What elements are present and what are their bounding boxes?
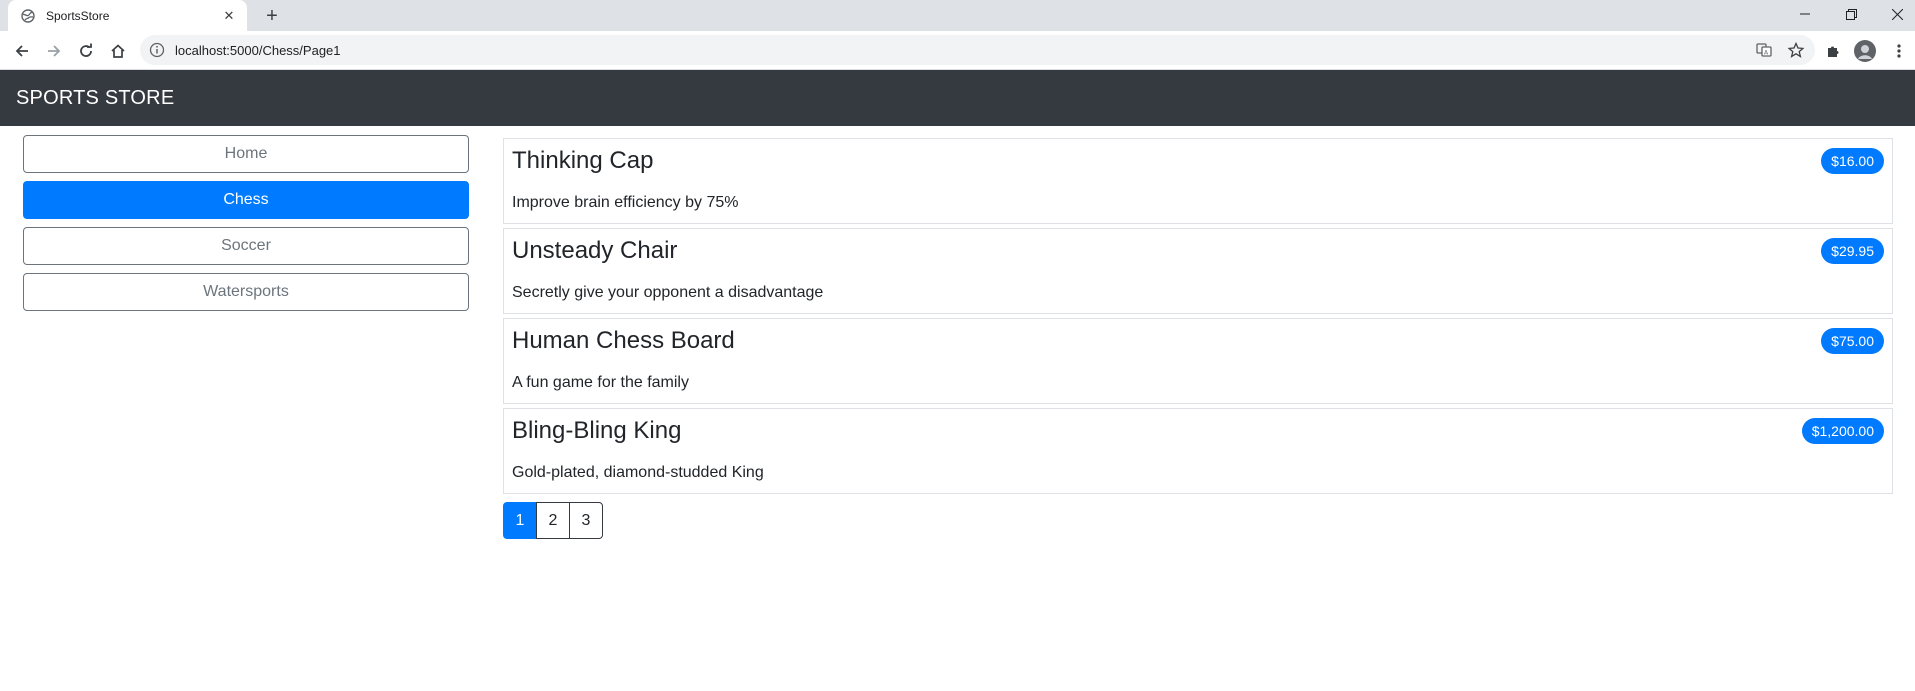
translate-icon[interactable]: A [1751, 37, 1777, 63]
product-card: Human Chess Board $75.00 A fun game for … [503, 318, 1893, 404]
category-sidebar: Home Chess Soccer Watersports [23, 135, 469, 319]
product-name: Unsteady Chair [512, 237, 678, 264]
info-icon[interactable] [149, 42, 165, 58]
browser-tab[interactable]: SportsStore ✕ [8, 0, 247, 31]
page-1-link[interactable]: 1 [503, 502, 537, 539]
restore-icon[interactable] [1828, 0, 1874, 28]
extensions-puzzle-icon[interactable] [1819, 37, 1847, 65]
reload-icon[interactable] [72, 37, 100, 65]
profile-avatar[interactable] [1851, 37, 1879, 65]
back-arrow-icon[interactable] [8, 37, 36, 65]
product-description: Gold-plated, diamond-studded King [512, 464, 764, 481]
close-window-icon[interactable] [1874, 0, 1915, 28]
bookmark-star-icon[interactable] [1783, 37, 1809, 63]
pagination: 1 2 3 [503, 502, 603, 539]
price-badge: $16.00 [1821, 148, 1884, 174]
new-tab-icon[interactable]: + [260, 4, 284, 28]
category-soccer-button[interactable]: Soccer [23, 227, 469, 265]
product-card: Bling-Bling King $1,200.00 Gold-plated, … [503, 408, 1893, 494]
product-description: A fun game for the family [512, 374, 689, 391]
price-badge: $1,200.00 [1801, 418, 1884, 444]
url-text: localhost:5000/Chess/Page1 [175, 42, 341, 58]
product-card: Thinking Cap $16.00 Improve brain effici… [503, 138, 1893, 224]
tab-title: SportsStore [46, 8, 110, 23]
category-chess-button[interactable]: Chess [23, 181, 469, 219]
category-home-button[interactable]: Home [23, 135, 469, 173]
product-description: Secretly give your opponent a disadvanta… [512, 284, 824, 301]
forward-arrow-icon[interactable] [40, 37, 68, 65]
product-description: Improve brain efficiency by 75% [512, 194, 739, 211]
site-navbar: SPORTS STORE [0, 70, 1915, 126]
home-icon[interactable] [104, 37, 132, 65]
close-tab-icon[interactable]: ✕ [221, 8, 237, 24]
browser-toolbar: localhost:5000/Chess/Page1 A [0, 31, 1915, 70]
page-2-link[interactable]: 2 [536, 502, 570, 539]
site-brand[interactable]: SPORTS STORE [16, 87, 174, 110]
address-bar[interactable]: localhost:5000/Chess/Page1 A [140, 35, 1815, 65]
category-watersports-button[interactable]: Watersports [23, 273, 469, 311]
more-menu-icon[interactable] [1885, 37, 1913, 65]
price-badge: $29.95 [1821, 238, 1884, 264]
price-badge: $75.00 [1821, 328, 1884, 354]
page-3-link[interactable]: 3 [569, 502, 603, 539]
product-card: Unsteady Chair $29.95 Secretly give your… [503, 228, 1893, 314]
product-name: Human Chess Board [512, 327, 735, 354]
product-name: Thinking Cap [512, 147, 654, 174]
minimize-icon[interactable] [1782, 0, 1828, 28]
globe-icon [20, 8, 36, 24]
browser-tab-strip: SportsStore ✕ + [0, 0, 1915, 31]
product-list: Thinking Cap $16.00 Improve brain effici… [503, 138, 1893, 498]
product-name: Bling-Bling King [512, 417, 682, 444]
